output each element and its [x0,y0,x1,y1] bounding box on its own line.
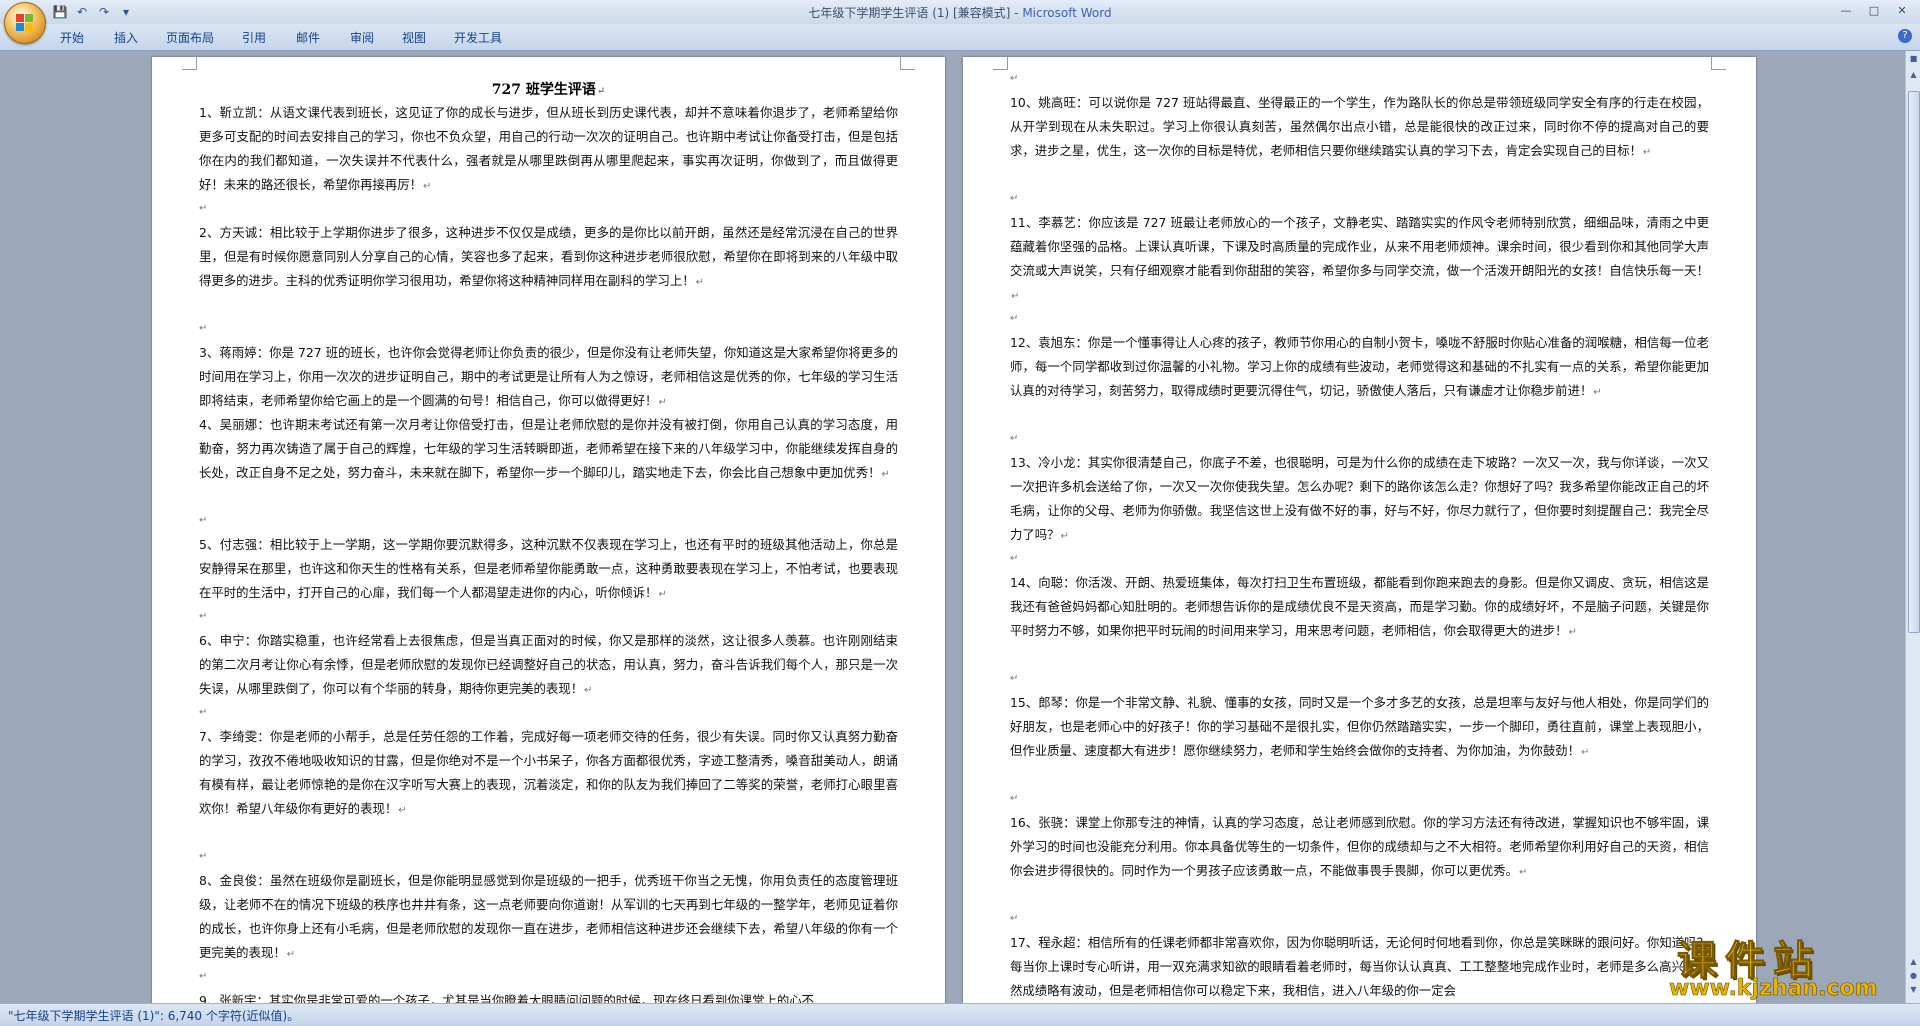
scroll-up-icon[interactable]: ▲ [1908,69,1919,80]
comment-text: 9、张新宇：其实你是非常可爱的一个孩子，尤其是当你瞪着大眼睛问问题的时候，现在终… [199,993,815,1003]
tab-developer[interactable]: 开发工具 [454,29,502,46]
application-name: Microsoft Word [1022,6,1112,20]
comment-paragraph: 11、李慕艺：你应该是 727 班最让老师放心的一个孩子，文静老实、踏踏实实的作… [1010,215,1709,302]
tab-references[interactable]: 引用 [242,29,266,46]
ruler-toggle-icon[interactable]: ■ [1908,53,1919,64]
comment-paragraph: 2、方天诚：相比较于上学期你进步了很多，这种进步不仅仅是成绩，更多的是你比以前开… [199,225,898,288]
status-bar: "七年级下学期学生评语 (1)": 6,740 个字符(近似值)。 [0,1003,1920,1026]
close-icon[interactable]: ✕ [1890,2,1914,20]
paragraph-mark: ↵ [1010,913,1019,924]
office-button[interactable] [4,2,46,44]
comment-text: 3、蒋雨婷：你是 727 班的班长，也许你会觉得老师让你负责的很少，但是你没有让… [199,345,898,408]
comment-paragraph: 13、冷小龙：其实你很清楚自己，你底子不差，也很聪明，可是为什么你的成绩在走下坡… [1010,455,1709,542]
paragraph-mark: ↵ [1010,553,1019,564]
comment-paragraph: 17、程永超：相信所有的任课老师都非常喜欢你，因为你聪明听话，无论何时何地看到你… [1010,931,1709,1003]
comment-text: 6、申宁：你踏实稳重，也许经常看上去很焦虑，但是当真正面对的时候，你又是那样的淡… [199,633,898,696]
comment-paragraph: 5、付志强：相比较于上一学期，这一学期你要沉默得多，这种沉默不仅表现在学习上，也… [199,537,898,600]
comment-text: 2、方天诚：相比较于上学期你进步了很多，这种进步不仅仅是成绩，更多的是你比以前开… [199,225,898,288]
comment-paragraph: 1、靳立凯：从语文课代表到班长，这见证了你的成长与进步，但从班长到历史课代表，却… [199,105,898,192]
minimize-icon[interactable]: — [1834,2,1858,20]
paragraph-mark: ↵ [199,707,208,718]
paragraph-mark: ↵ [1010,193,1019,204]
comment-paragraph: 16、张骁：课堂上你那专注的神情，认真的学习态度，总让老师感到欣慰。你的学习方法… [1010,815,1709,878]
crop-mark [1711,57,1726,70]
tab-mailings[interactable]: 邮件 [296,29,320,46]
crop-mark [993,57,1008,70]
paragraph-mark: ↵ [1010,313,1019,324]
comment-text: 8、金良俊：虽然在班级你是副班长，但是你能明显感觉到你是班级的一把手，优秀班干你… [199,873,898,960]
comment-paragraph: 4、吴丽娜：也许期末考试还有第一次月考让你倍受打击，但是让老师欣慰的是你并没有被… [199,417,898,480]
scrollbar-thumb[interactable] [1908,91,1920,633]
document-workspace: 727 班学生评语↵ 1、靳立凯：从语文课代表到班长，这见证了你的成长与进步，但… [0,51,1905,1003]
comment-text: 1、靳立凯：从语文课代表到班长，这见证了你的成长与进步，但从班长到历史课代表，却… [199,105,898,192]
tab-review[interactable]: 审阅 [350,29,374,46]
vertical-scrollbar[interactable]: ■ ▲ ▲ ● ▼ [1905,51,1920,1003]
title-bar: 💾 ↶ ↷ ▾ 七年级下学期学生评语 (1) [兼容模式] - Microsof… [0,0,1920,24]
comment-text: 10、姚高旺：可以说你是 727 班站得最直、坐得最正的一个学生，作为路队长的你… [1010,95,1709,158]
paragraph-mark: ↵ [199,515,208,526]
comment-paragraph: 9、张新宇：其实你是非常可爱的一个孩子，尤其是当你瞪着大眼睛问问题的时候，现在终… [199,989,898,1003]
office-logo-icon [16,14,34,32]
document-name: 七年级下学期学生评语 (1) [兼容模式] - [808,6,1023,20]
comment-text: 15、郎琴：你是一个非常文静、礼貌、懂事的女孩，同时又是一个多才多艺的女孩，总是… [1010,695,1709,758]
paragraph-mark: ↵ [199,323,208,334]
tab-view[interactable]: 视图 [402,29,426,46]
comment-text: 13、冷小龙：其实你很清楚自己，你底子不差，也很聪明，可是为什么你的成绩在走下坡… [1010,455,1709,542]
comment-paragraph: 6、申宁：你踏实稳重，也许经常看上去很焦虑，但是当真正面对的时候，你又是那样的淡… [199,633,898,696]
document-page-2: ↵ 10、姚高旺：可以说你是 727 班站得最直、坐得最正的一个学生，作为路队长… [963,57,1756,1003]
paragraph-mark: ↵ [1010,793,1019,804]
document-heading: 727 班学生评语↵ [491,82,606,98]
paragraph-mark: ↵ [1010,73,1019,84]
comment-paragraph: 10、姚高旺：可以说你是 727 班站得最直、坐得最正的一个学生，作为路队长的你… [1010,95,1709,158]
paragraph-mark: ↵ [1010,673,1019,684]
document-page-1: 727 班学生评语↵ 1、靳立凯：从语文课代表到班长，这见证了你的成长与进步，但… [152,57,945,1003]
maximize-icon[interactable]: □ [1862,2,1886,20]
paragraph-mark: ↵ [1010,433,1019,444]
tab-insert[interactable]: 插入 [114,29,138,46]
ribbon-tabs: 开始 插入 页面布局 引用 邮件 审阅 视图 开发工具 ? [0,24,1920,51]
paragraph-mark: ↵ [199,971,208,982]
comment-paragraph: 14、向聪：你活泼、开朗、热爱班集体，每次打扫卫生布置班级，都能看到你跑来跑去的… [1010,575,1709,638]
comment-text: 4、吴丽娜：也许期末考试还有第一次月考让你倍受打击，但是让老师欣慰的是你并没有被… [199,417,898,480]
paragraph-mark: ↵ [199,851,208,862]
help-icon[interactable]: ? [1898,29,1912,43]
status-text: "七年级下学期学生评语 (1)": 6,740 个字符(近似值)。 [8,1009,300,1023]
comment-paragraph: 12、袁旭东：你是一个懂事得让人心疼的孩子，教师节你用心的自制小贺卡，嗓咙不舒服… [1010,335,1709,398]
watermark-url: www.kjzhan.com [1669,976,1878,1002]
paragraph-mark: ↵ [199,203,208,214]
comment-text: 12、袁旭东：你是一个懂事得让人心疼的孩子，教师节你用心的自制小贺卡，嗓咙不舒服… [1010,335,1709,398]
document-heading-text: 727 班学生评语 [491,82,596,98]
comment-paragraph: 3、蒋雨婷：你是 727 班的班长，也许你会觉得老师让你负责的很少，但是你没有让… [199,345,898,408]
comment-paragraph: 15、郎琴：你是一个非常文静、礼貌、懂事的女孩，同时又是一个多才多艺的女孩，总是… [1010,695,1709,758]
comment-text: 5、付志强：相比较于上一学期，这一学期你要沉默得多，这种沉默不仅表现在学习上，也… [199,537,898,600]
comment-text: 14、向聪：你活泼、开朗、热爱班集体，每次打扫卫生布置班级，都能看到你跑来跑去的… [1010,575,1709,638]
comment-text: 7、李绮雯：你是老师的小帮手，总是任劳任怨的工作着，完成好每一项老师交待的任务，… [199,729,898,816]
site-watermark: 课件站 www.kjzhan.com [1665,928,1910,1002]
tab-home[interactable]: 开始 [60,29,84,46]
comment-text: 11、李慕艺：你应该是 727 班最让老师放心的一个孩子，文静老实、踏踏实实的作… [1010,215,1709,278]
window-title: 七年级下学期学生评语 (1) [兼容模式] - Microsoft Word [0,4,1920,21]
tab-page-layout[interactable]: 页面布局 [166,29,214,46]
crop-mark [182,57,197,70]
window-controls: — □ ✕ [1834,2,1914,20]
comment-paragraph: 8、金良俊：虽然在班级你是副班长，但是你能明显感觉到你是班级的一把手，优秀班干你… [199,873,898,960]
comment-text: 17、程永超：相信所有的任课老师都非常喜欢你，因为你聪明听话，无论何时何地看到你… [1010,935,1709,998]
paragraph-mark: ↵ [199,611,208,622]
comment-paragraph: 7、李绮雯：你是老师的小帮手，总是任劳任怨的工作着，完成好每一项老师交待的任务，… [199,729,898,816]
comment-text: 16、张骁：课堂上你那专注的神情，认真的学习态度，总让老师感到欣慰。你的学习方法… [1010,815,1709,878]
crop-mark [900,57,915,70]
